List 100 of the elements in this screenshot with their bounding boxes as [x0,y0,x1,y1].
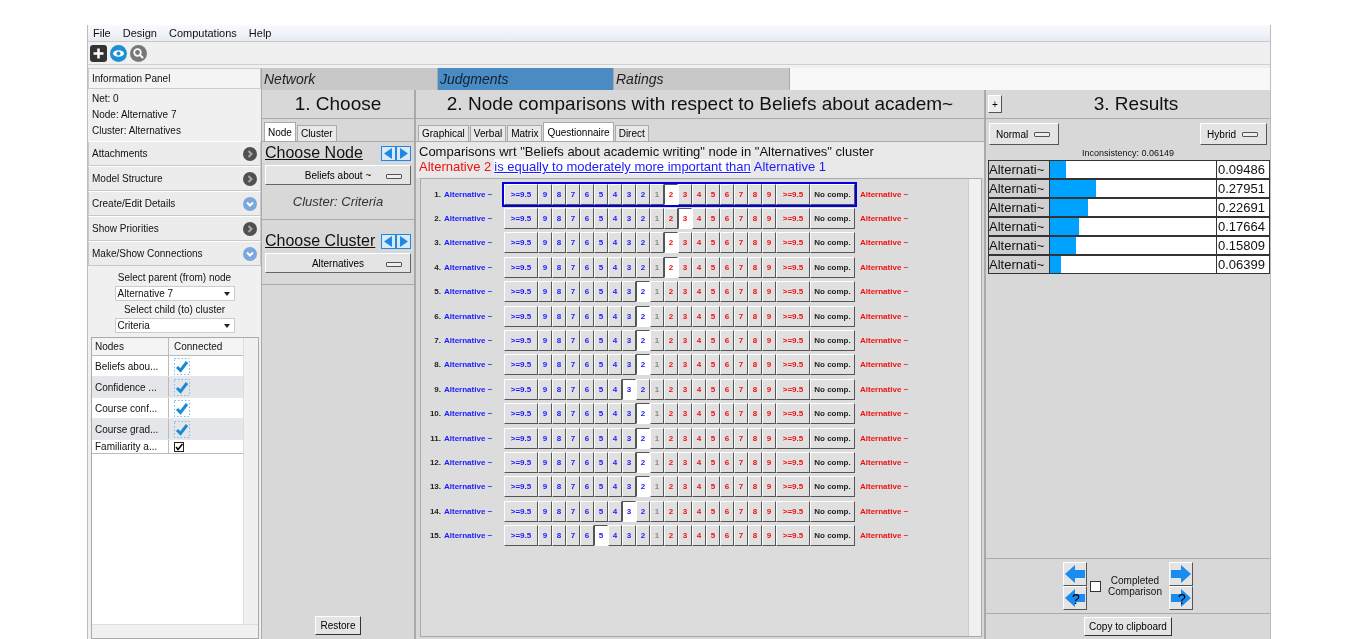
scale-button[interactable]: 6 [720,378,734,400]
scale-button[interactable]: 4 [692,208,706,230]
scale-button[interactable]: 6 [580,427,594,449]
scale-button[interactable]: 2 [636,476,650,498]
scale-button[interactable]: 3 [678,281,692,303]
scale-button[interactable]: 6 [580,183,594,205]
scale-button[interactable]: >=9.5 [504,354,538,376]
scale-button[interactable]: 3 [622,232,636,254]
no-comparison-button[interactable]: No comp. [810,403,855,425]
no-comparison-button[interactable]: No comp. [810,525,855,547]
scale-button[interactable]: 8 [748,256,762,278]
scale-button[interactable]: 7 [734,208,748,230]
scale-button[interactable]: 3 [622,427,636,449]
scale-button[interactable]: 6 [580,403,594,425]
scale-button[interactable]: 4 [608,378,622,400]
scale-button[interactable]: 9 [538,330,552,352]
scale-button[interactable]: 3 [678,378,692,400]
scale-button[interactable]: 7 [566,403,580,425]
menu-item[interactable]: Design [121,27,158,39]
scale-button[interactable]: 8 [552,525,566,547]
no-comparison-button[interactable]: No comp. [810,232,855,254]
scale-button[interactable]: 5 [594,500,608,522]
scale-button[interactable]: 5 [594,525,608,547]
scale-button[interactable]: 7 [566,281,580,303]
scale-button[interactable]: 5 [594,232,608,254]
scale-button[interactable]: 8 [748,305,762,327]
scale-button[interactable]: 3 [622,403,636,425]
scale-button[interactable]: 2 [664,183,678,205]
scale-button[interactable]: >=9.5 [776,354,810,376]
scale-button[interactable]: 6 [720,305,734,327]
scale-button[interactable]: 9 [538,403,552,425]
scale-button[interactable]: 9 [762,305,776,327]
scale-button[interactable]: 3 [622,183,636,205]
scale-button[interactable]: 7 [734,525,748,547]
scale-button[interactable]: 6 [580,378,594,400]
scale-button[interactable]: 2 [664,476,678,498]
scale-button[interactable]: 4 [692,281,706,303]
scale-button[interactable]: 3 [622,354,636,376]
scale-button[interactable]: 7 [734,354,748,376]
scale-button[interactable]: 6 [720,476,734,498]
scale-button[interactable]: 3 [622,330,636,352]
scale-button[interactable]: 9 [538,281,552,303]
scale-button[interactable]: 5 [706,281,720,303]
scale-button[interactable]: >=9.5 [776,305,810,327]
scale-button[interactable]: 8 [552,256,566,278]
scale-button[interactable]: >=9.5 [504,281,538,303]
scale-button[interactable]: >=9.5 [776,256,810,278]
scale-button[interactable]: 5 [706,525,720,547]
scale-button[interactable]: 2 [664,403,678,425]
scale-button[interactable]: 8 [748,525,762,547]
scale-button[interactable]: 4 [692,452,706,473]
scale-button[interactable]: 7 [566,354,580,376]
scale-button[interactable]: 5 [594,378,608,400]
scale-button[interactable]: 2 [636,452,650,473]
scale-button[interactable]: 9 [762,525,776,547]
scale-button[interactable]: 8 [552,281,566,303]
scale-button[interactable]: 6 [580,232,594,254]
scale-button[interactable]: 4 [692,476,706,498]
scale-button[interactable]: 8 [552,183,566,205]
scale-button[interactable]: 6 [580,305,594,327]
scale-button[interactable]: 9 [538,305,552,327]
scale-button[interactable]: 2 [636,183,650,205]
scale-button[interactable]: 5 [706,452,720,473]
child-dropdown[interactable]: Criteria [114,318,235,333]
scale-button[interactable]: >=9.5 [504,208,538,230]
scale-button[interactable]: 9 [538,232,552,254]
scale-button[interactable]: 4 [608,403,622,425]
scale-button[interactable]: 5 [706,500,720,522]
scale-button[interactable]: 9 [538,354,552,376]
checkbox[interactable] [174,378,190,396]
scale-button[interactable]: 8 [748,378,762,400]
scale-button[interactable]: 4 [692,427,706,449]
scale-button[interactable]: 3 [678,403,692,425]
scale-button[interactable]: 6 [580,525,594,547]
scale-button[interactable]: 4 [608,354,622,376]
scale-button[interactable]: 5 [706,476,720,498]
scale-button[interactable]: 5 [706,183,720,205]
scale-button[interactable]: 7 [566,525,580,547]
scale-button[interactable]: 3 [678,208,692,230]
scale-button[interactable]: 3 [678,525,692,547]
scale-button[interactable]: 8 [552,427,566,449]
scale-button[interactable]: 2 [636,354,650,376]
scale-button[interactable]: 3 [678,232,692,254]
scale-button[interactable]: 8 [748,500,762,522]
scale-button[interactable]: 7 [734,378,748,400]
scale-button[interactable]: 6 [720,403,734,425]
view-dropdown[interactable]: Hybrid [1200,123,1267,145]
scale-button[interactable]: 6 [720,208,734,230]
scale-button[interactable]: 9 [538,500,552,522]
scale-button[interactable]: 4 [608,305,622,327]
scale-button[interactable]: 8 [552,305,566,327]
scale-button[interactable]: 3 [678,256,692,278]
scale-button[interactable]: 2 [664,452,678,473]
scale-button[interactable]: 7 [734,403,748,425]
scale-button[interactable]: 6 [580,500,594,522]
no-comparison-button[interactable]: No comp. [810,452,855,473]
accordion-header[interactable]: Create/Edit Details [88,191,261,216]
scale-button[interactable]: 4 [608,525,622,547]
scale-button[interactable]: 3 [678,500,692,522]
scale-button[interactable]: 4 [692,378,706,400]
